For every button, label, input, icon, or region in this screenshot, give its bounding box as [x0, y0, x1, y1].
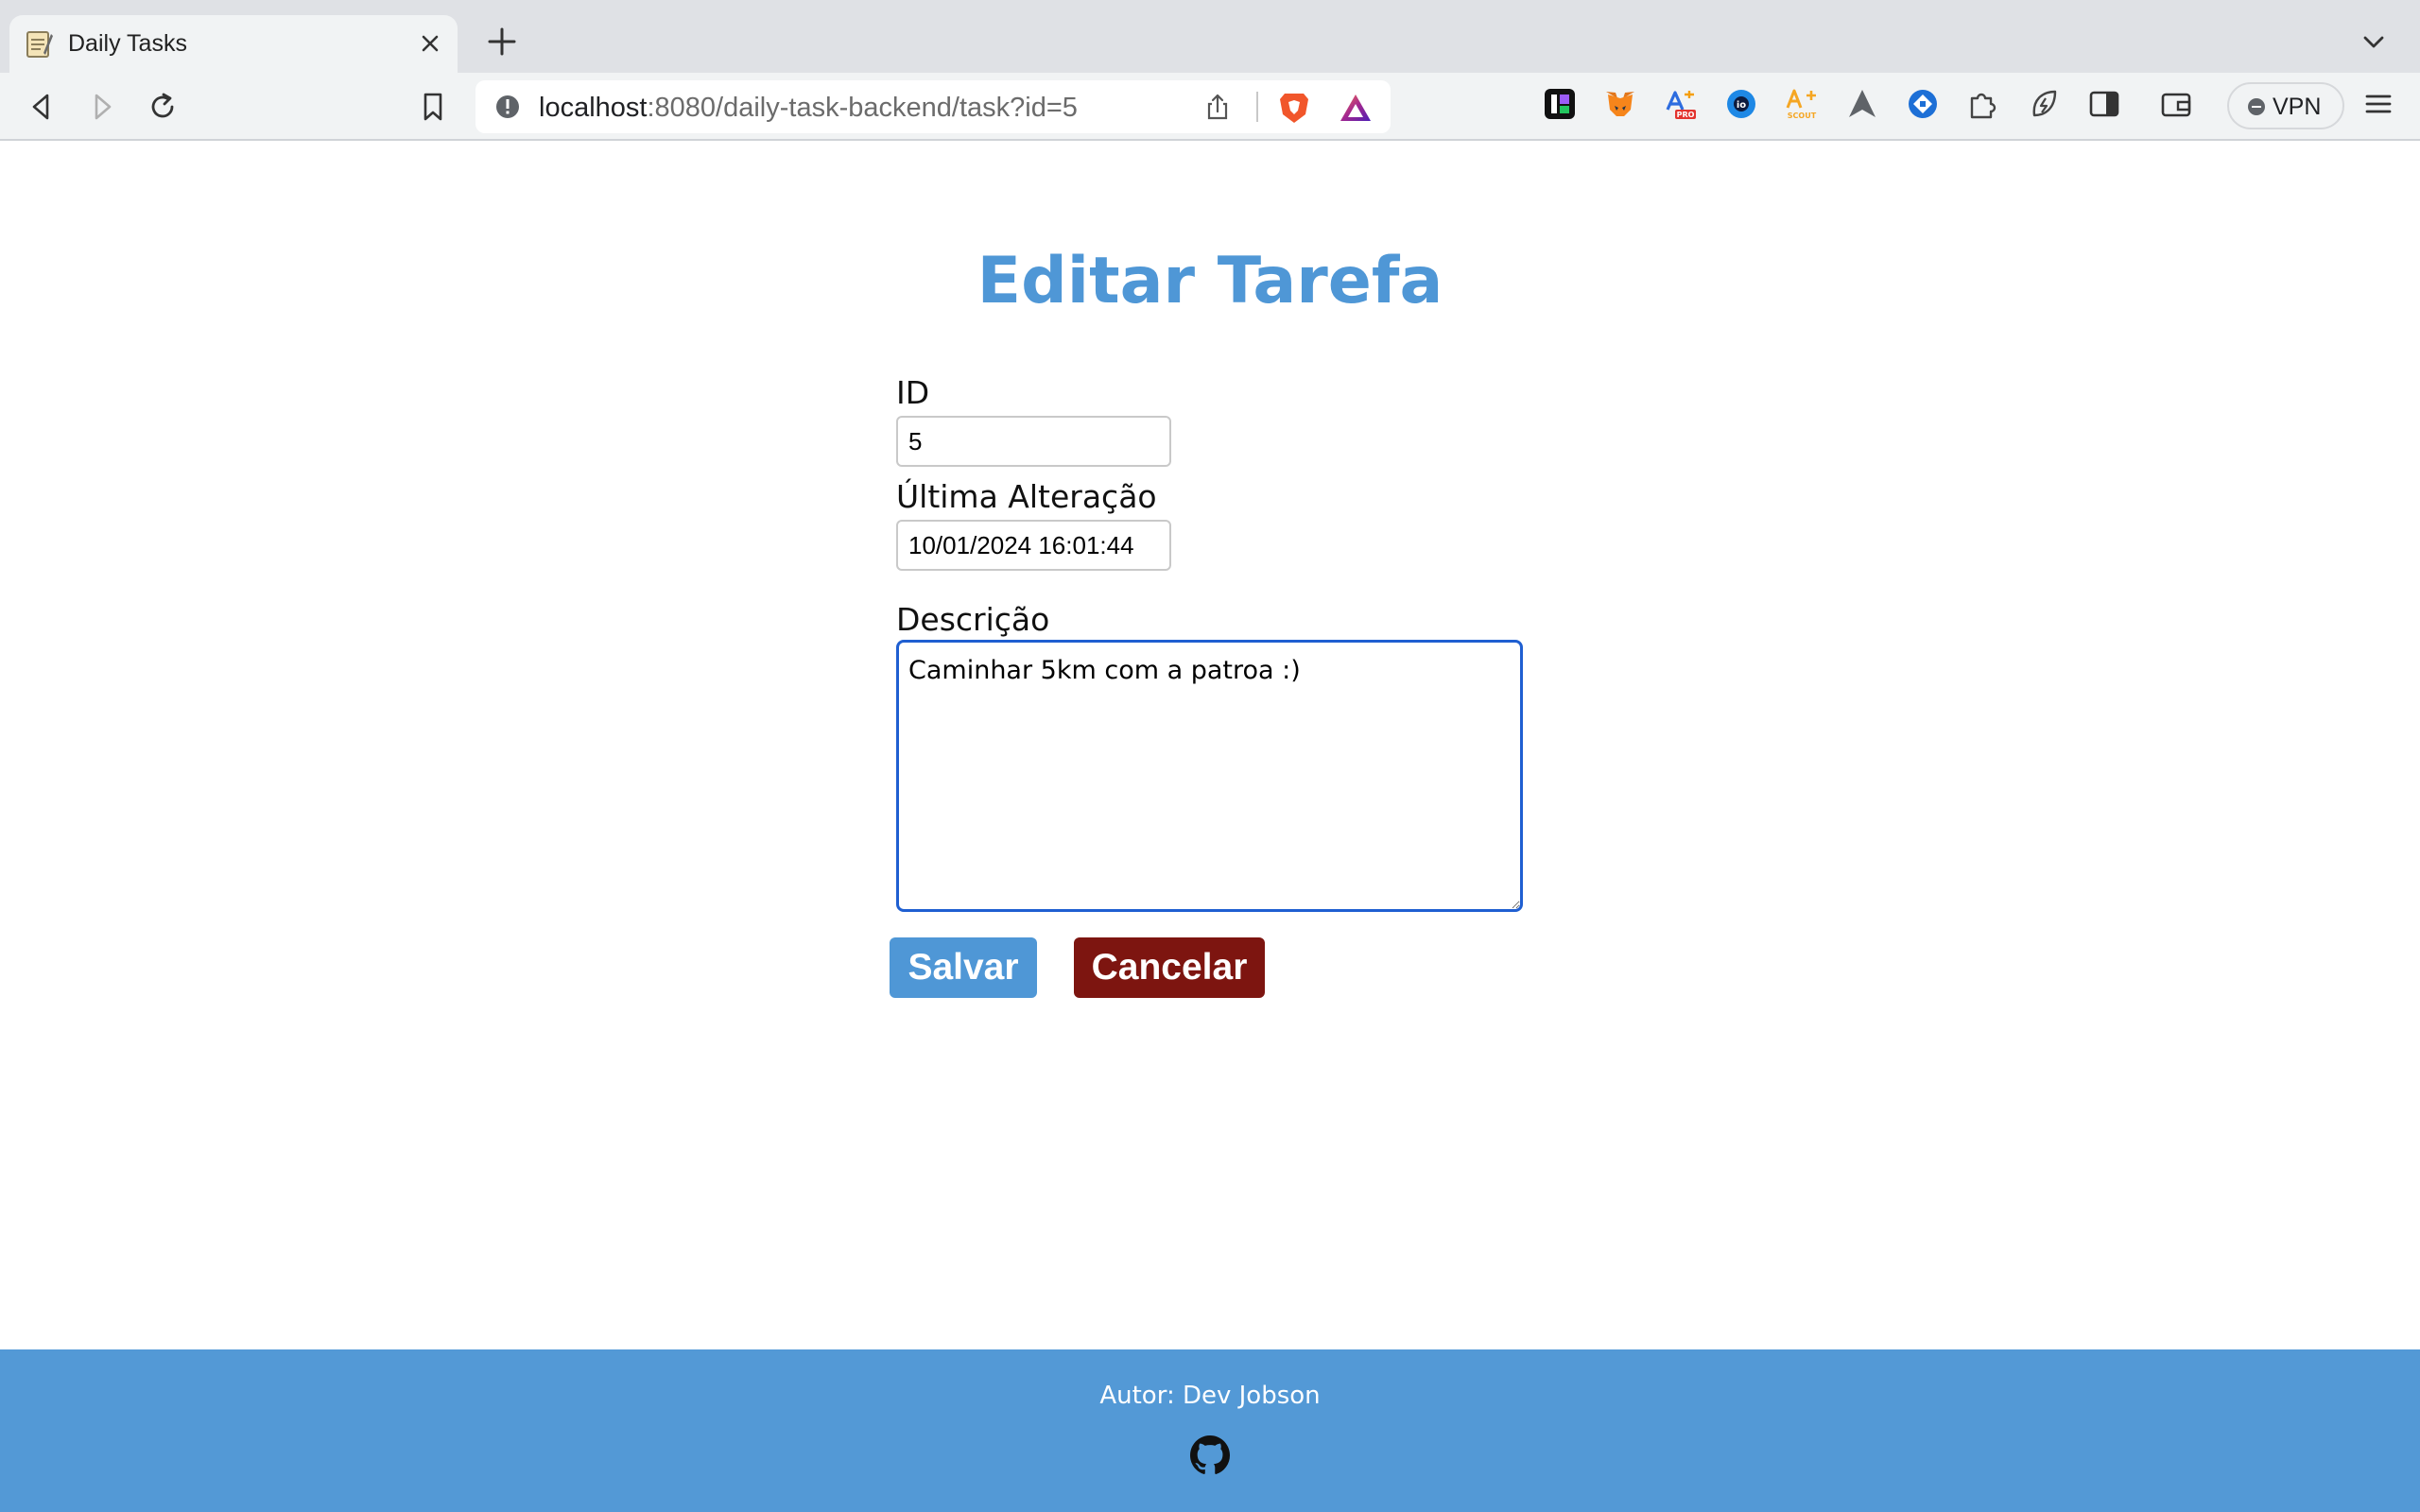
reload-icon[interactable]	[146, 90, 180, 124]
leetcode-icon[interactable]	[1543, 87, 1577, 121]
adblock-pro-icon[interactable]: PRO	[1664, 87, 1698, 121]
url-host: localhost	[539, 93, 648, 123]
page-title: Editar Tarefa	[977, 244, 1443, 318]
wallet-icon[interactable]	[2159, 87, 2193, 121]
brave-rewards-icon[interactable]	[1339, 92, 1373, 124]
id-input[interactable]	[896, 416, 1171, 467]
save-button[interactable]: Salvar	[890, 937, 1037, 998]
share-icon[interactable]	[1203, 93, 1232, 121]
new-tab-icon[interactable]	[486, 26, 518, 58]
cancel-button[interactable]: Cancelar	[1074, 937, 1265, 998]
brave-shield-icon[interactable]	[1277, 90, 1311, 126]
address-bar[interactable]: localhost:8080/daily-task-backend/task?i…	[475, 80, 1391, 133]
page-footer: Autor: Dev Jobson	[0, 1349, 2420, 1512]
back-icon[interactable]	[25, 90, 59, 124]
updated-at-input[interactable]	[896, 520, 1171, 571]
svg-text:io: io	[1737, 100, 1746, 111]
svg-text:PRO: PRO	[1677, 111, 1695, 119]
leaf-icon[interactable]	[2027, 87, 2061, 121]
vpn-label: VPN	[2273, 94, 2322, 120]
info-icon[interactable]	[494, 94, 521, 120]
scout-icon[interactable]: SCOUT	[1785, 87, 1819, 121]
url-text: localhost:8080/daily-task-backend/task?i…	[539, 93, 1078, 124]
notepad-icon	[26, 31, 53, 58]
description-textarea[interactable]: Caminhar 5km com a patroa :)	[896, 640, 1523, 912]
arc-icon[interactable]	[1845, 87, 1879, 121]
metamask-icon[interactable]	[1603, 87, 1637, 121]
url-path: :8080/daily-task-backend/task?id=5	[647, 93, 1078, 123]
vpn-status-icon	[2248, 98, 2265, 115]
svg-text:SCOUT: SCOUT	[1788, 112, 1817, 120]
bookmark-icon[interactable]	[416, 90, 450, 124]
browser-tab[interactable]: Daily Tasks	[9, 15, 458, 73]
close-icon[interactable]	[418, 31, 442, 56]
github-icon[interactable]	[1190, 1435, 1230, 1475]
divider	[1256, 92, 1258, 122]
puzzle-icon[interactable]	[1966, 87, 2000, 121]
ie-icon[interactable]: io	[1724, 87, 1758, 121]
jira-icon[interactable]	[1906, 87, 1940, 121]
sidebar-icon[interactable]	[2087, 87, 2121, 121]
tab-title: Daily Tasks	[68, 30, 187, 57]
menu-icon[interactable]	[2363, 89, 2394, 119]
forward-icon[interactable]	[85, 90, 119, 124]
id-label: ID	[896, 374, 930, 411]
footer-author: Autor: Dev Jobson	[1099, 1382, 1321, 1410]
chevron-down-icon[interactable]	[2360, 30, 2388, 53]
description-label: Descrição	[896, 601, 1050, 638]
updated-at-label: Última Alteração	[896, 478, 1157, 515]
tab-strip: Daily Tasks	[0, 0, 2420, 73]
vpn-button[interactable]: VPN	[2227, 82, 2344, 129]
